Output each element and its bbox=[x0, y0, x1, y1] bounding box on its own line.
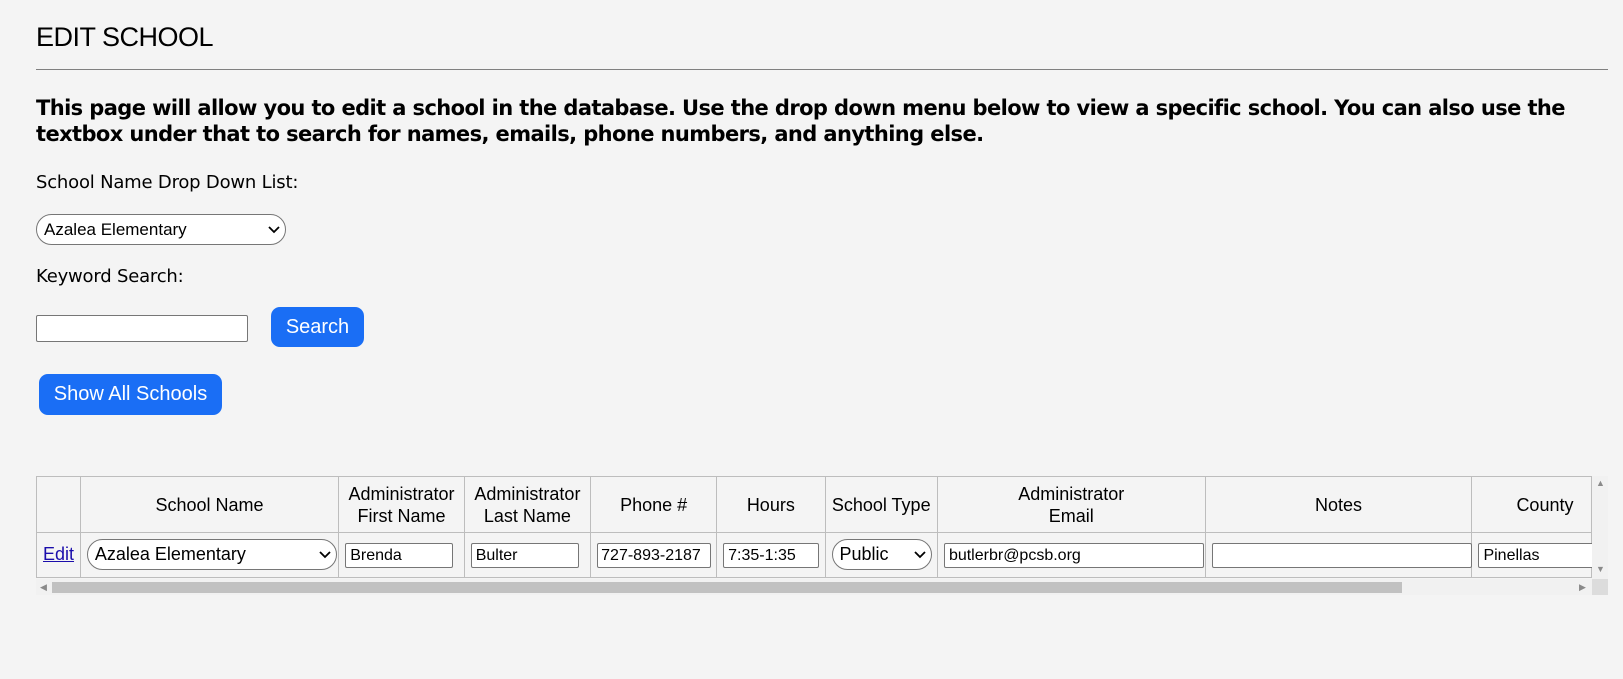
phone-cell: 727-893-2187 bbox=[590, 532, 718, 578]
school-type-value: Public bbox=[839, 544, 889, 564]
header-admin-email: Administrator Email bbox=[936, 476, 1206, 533]
page-intro: This page will allow you to edit a schoo… bbox=[36, 96, 1565, 146]
title-divider bbox=[36, 69, 1608, 70]
header-county: County bbox=[1471, 476, 1592, 533]
hours-input[interactable]: 7:35-1:35 bbox=[723, 543, 820, 568]
row-school-name-value: Azalea Elementary bbox=[94, 544, 246, 564]
chevron-down-icon bbox=[909, 550, 931, 559]
header-admin-first-name: Administrator First Name bbox=[338, 476, 465, 533]
horizontal-scroll-thumb[interactable] bbox=[52, 582, 1402, 593]
admin-first-cell: Brenda bbox=[338, 532, 465, 578]
admin-first-name-input[interactable]: Brenda bbox=[345, 543, 454, 568]
school-name-dropdown[interactable]: Azalea Elementary bbox=[36, 214, 286, 245]
county-cell: Pinellas bbox=[1471, 532, 1592, 578]
header-hours: Hours bbox=[716, 476, 826, 533]
schools-table-container: School Name Administrator First Name Admi… bbox=[36, 476, 1592, 595]
admin-last-name-input[interactable]: Bulter bbox=[470, 543, 579, 568]
vertical-scrollbar[interactable]: ▲ ▼ bbox=[1592, 476, 1608, 595]
search-button[interactable]: Search bbox=[271, 307, 364, 347]
header-notes: Notes bbox=[1204, 476, 1473, 533]
scroll-down-icon[interactable]: ▼ bbox=[1596, 564, 1605, 574]
keyword-search-input[interactable] bbox=[36, 315, 248, 342]
table-row: Edit Azalea Elementary Brenda Bulter 727… bbox=[36, 532, 1592, 578]
hours-cell: 7:35-1:35 bbox=[716, 532, 826, 578]
edit-cell: Edit bbox=[36, 532, 81, 578]
keyword-search-label: Keyword Search: bbox=[36, 266, 184, 287]
scroll-right-icon[interactable]: ▶ bbox=[1579, 582, 1586, 592]
header-school-type: School Type bbox=[824, 476, 938, 533]
school-type-cell: Public bbox=[824, 532, 938, 578]
header-edit bbox=[36, 476, 81, 533]
schools-table: School Name Administrator First Name Admi… bbox=[36, 476, 1592, 578]
admin-email-cell: butlerbr@pcsb.org bbox=[936, 532, 1206, 578]
admin-last-cell: Bulter bbox=[463, 532, 592, 578]
show-all-schools-button[interactable]: Show All Schools bbox=[39, 374, 222, 415]
table-header-row: School Name Administrator First Name Admi… bbox=[36, 476, 1592, 533]
horizontal-scrollbar[interactable]: ◀ ▶ bbox=[36, 579, 1592, 595]
header-phone: Phone # bbox=[590, 476, 718, 533]
school-dropdown-label: School Name Drop Down List: bbox=[36, 172, 299, 193]
school-type-select[interactable]: Public bbox=[831, 539, 932, 570]
chevron-down-icon bbox=[314, 550, 336, 559]
phone-input[interactable]: 727-893-2187 bbox=[597, 543, 712, 568]
notes-cell bbox=[1204, 532, 1473, 578]
scroll-left-icon[interactable]: ◀ bbox=[40, 582, 47, 592]
chevron-down-icon bbox=[263, 225, 285, 234]
county-input[interactable]: Pinellas bbox=[1478, 543, 1592, 568]
edit-link[interactable]: Edit bbox=[43, 544, 74, 565]
page-title: EDIT SCHOOL bbox=[36, 22, 214, 52]
school-dropdown-value: Azalea Elementary bbox=[44, 219, 187, 239]
admin-email-input[interactable]: butlerbr@pcsb.org bbox=[943, 543, 1204, 568]
notes-input[interactable] bbox=[1211, 543, 1472, 568]
header-admin-last-name: Administrator Last Name bbox=[463, 476, 592, 533]
scrollbar-corner bbox=[1592, 579, 1608, 595]
scroll-up-icon[interactable]: ▲ bbox=[1596, 478, 1605, 488]
row-school-name-select[interactable]: Azalea Elementary bbox=[86, 539, 337, 570]
school-name-cell: Azalea Elementary bbox=[79, 532, 340, 578]
header-school-name: School Name bbox=[79, 476, 340, 533]
